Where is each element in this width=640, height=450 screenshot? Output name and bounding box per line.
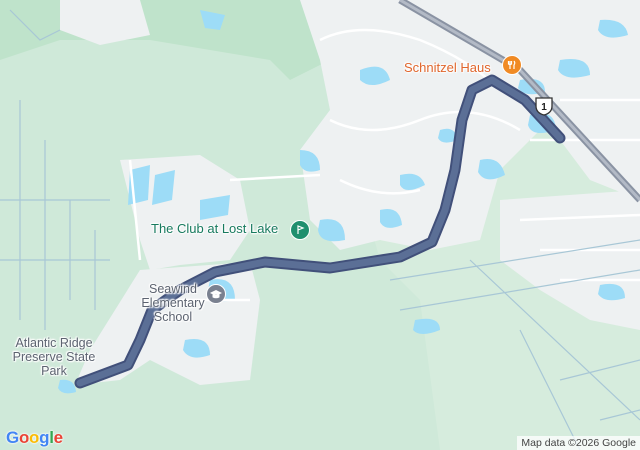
svg-text:1: 1 xyxy=(541,102,547,113)
green-area xyxy=(0,0,330,80)
route-shield-icon: 1 xyxy=(535,97,553,116)
golf-course-label[interactable]: The Club at Lost Lake xyxy=(151,221,278,236)
restaurant-icon[interactable] xyxy=(502,55,522,75)
google-logo[interactable]: Google xyxy=(6,428,63,448)
map-base xyxy=(0,0,640,450)
park-label[interactable]: Atlantic Ridge Preserve State Park xyxy=(4,336,104,378)
map-canvas[interactable]: 1 Schnitzel Haus The Club at Lost Lake S… xyxy=(0,0,640,450)
school-icon[interactable] xyxy=(206,284,226,304)
school-label[interactable]: Seawind Elementary School xyxy=(128,282,218,324)
restaurant-label[interactable]: Schnitzel Haus xyxy=(404,60,491,75)
map-attribution[interactable]: Map data ©2026 Google xyxy=(517,436,640,450)
golf-icon[interactable] xyxy=(290,220,310,240)
